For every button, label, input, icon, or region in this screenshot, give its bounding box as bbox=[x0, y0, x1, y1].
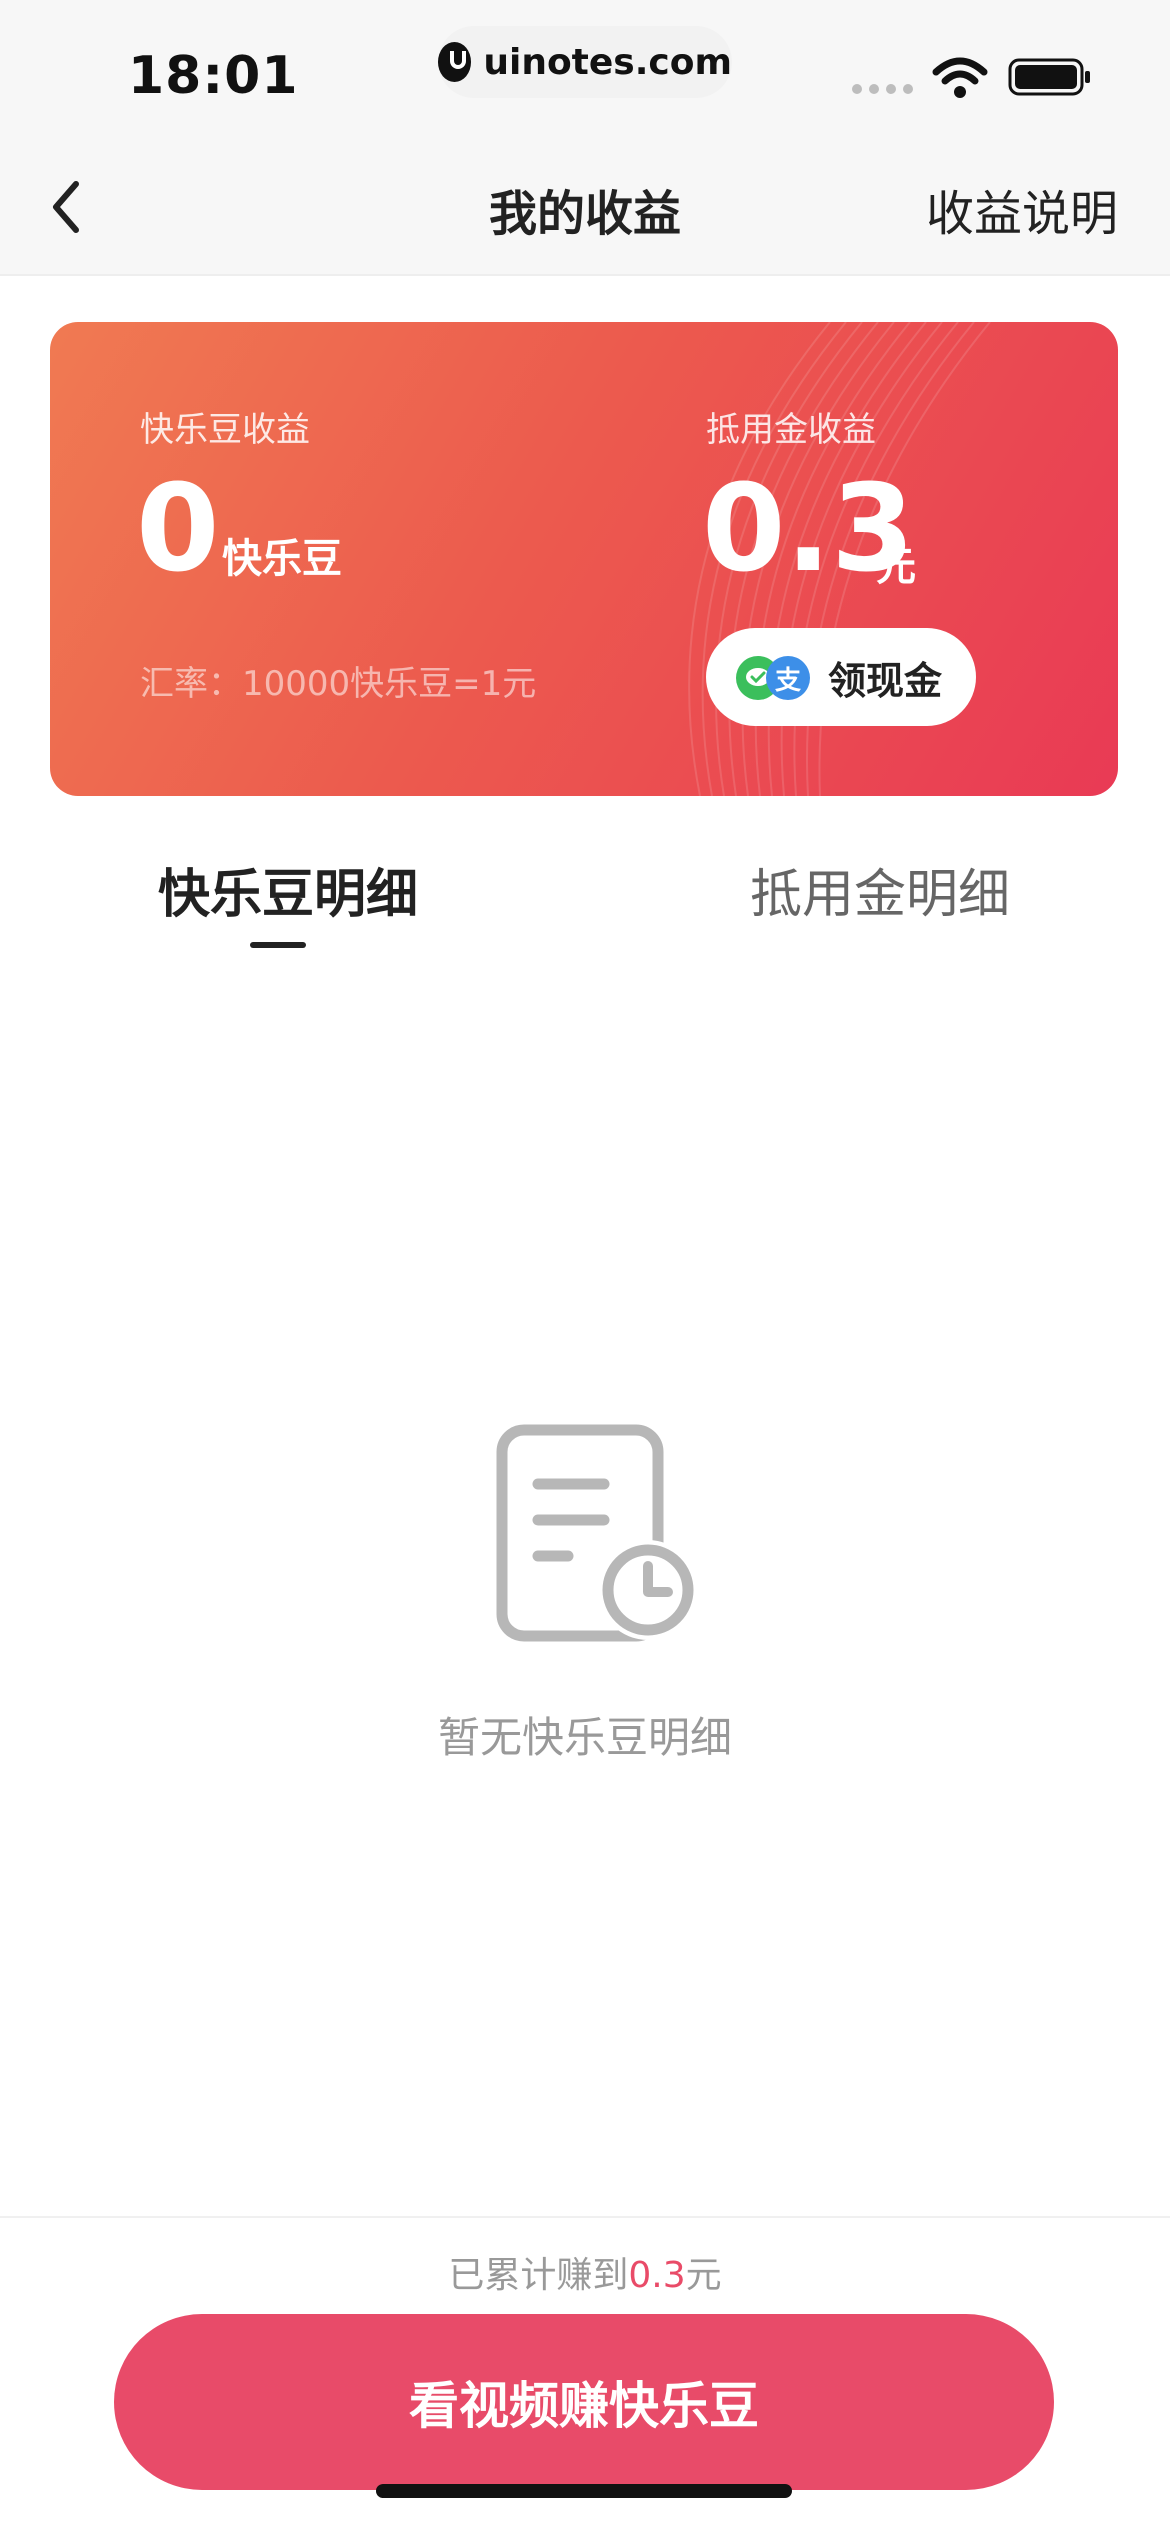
bottom-divider bbox=[0, 2216, 1170, 2218]
withdraw-cash-button[interactable]: 支 领现金 bbox=[706, 628, 976, 726]
total-earned-line: 已累计赚到0.3元 bbox=[0, 2246, 1170, 2298]
signal-icon bbox=[852, 84, 913, 94]
url-pill[interactable]: uinotes.com bbox=[438, 26, 732, 98]
site-logo-icon bbox=[438, 42, 472, 82]
alipay-icon: 支 bbox=[766, 656, 810, 700]
beans-earnings-value: 0 bbox=[136, 460, 220, 599]
status-time: 18:01 bbox=[128, 46, 299, 106]
tab-credit-detail[interactable]: 抵用金明细 bbox=[750, 852, 1010, 927]
earnings-info-link[interactable]: 收益说明 bbox=[926, 174, 1118, 244]
active-tab-indicator bbox=[250, 942, 306, 948]
credit-unit: 元 bbox=[876, 544, 916, 590]
earnings-card: 快乐豆收益 0 快乐豆 汇率：10000快乐豆=1元 抵用金收益 0.3 元 支… bbox=[50, 322, 1118, 796]
document-clock-icon bbox=[496, 1424, 698, 1642]
total-earned-suffix: 元 bbox=[685, 2255, 722, 2296]
empty-state-text: 暂无快乐豆明细 bbox=[437, 1713, 732, 1762]
home-indicator bbox=[376, 2484, 792, 2498]
tab-beans-detail[interactable]: 快乐豆明细 bbox=[158, 852, 418, 927]
battery-icon bbox=[1008, 58, 1090, 96]
url-text: uinotes.com bbox=[483, 41, 732, 83]
beans-earnings-label: 快乐豆收益 bbox=[140, 410, 310, 450]
total-earned-prefix: 已累计赚到 bbox=[448, 2255, 629, 2296]
wifi-icon bbox=[932, 57, 988, 98]
credit-earnings-label: 抵用金收益 bbox=[706, 410, 876, 450]
withdraw-cash-label: 领现金 bbox=[828, 658, 943, 703]
total-earned-amount: 0.3 bbox=[628, 2255, 686, 2296]
exchange-rate-text: 汇率：10000快乐豆=1元 bbox=[140, 664, 537, 704]
beans-unit: 快乐豆 bbox=[222, 536, 342, 582]
watch-video-earn-button[interactable]: 看视频赚快乐豆 bbox=[114, 2314, 1054, 2490]
